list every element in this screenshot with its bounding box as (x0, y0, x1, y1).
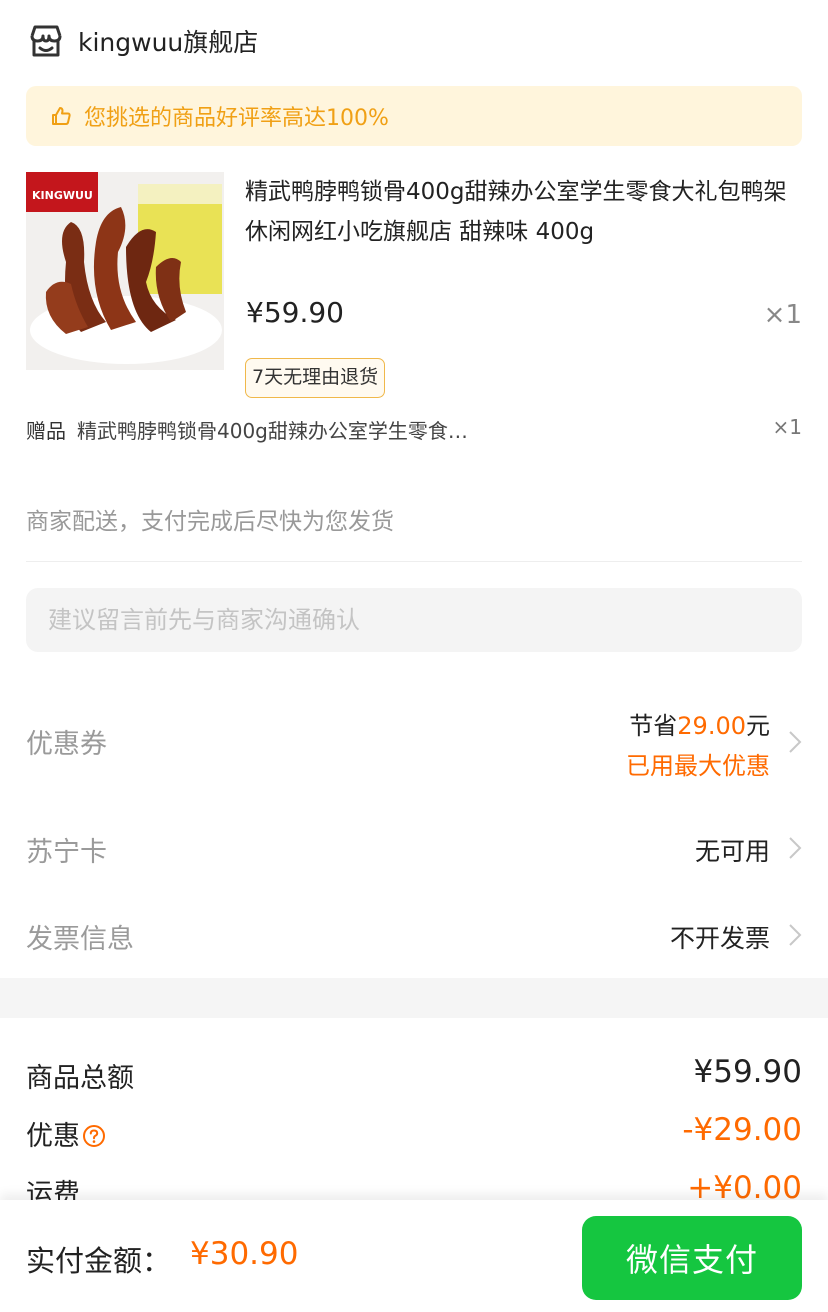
message-input[interactable] (26, 588, 802, 652)
divider (26, 561, 802, 562)
brand-logo-text: KINGWUU (32, 189, 93, 202)
section-gap (0, 978, 828, 1018)
gift-quantity: ×1 (772, 415, 802, 439)
chevron-right-icon (789, 837, 802, 859)
rating-banner: 您挑选的商品好评率高达100% (26, 86, 802, 146)
discount-value: -¥29.00 (682, 1112, 802, 1148)
coupon-save-suffix: 元 (746, 712, 770, 740)
checkout-bar: 实付金额： ¥30.90 微信支付 (0, 1200, 828, 1312)
help-icon[interactable] (82, 1124, 106, 1148)
pay-label: 实付金额： (26, 1244, 172, 1278)
discount-label-wrap: 优惠 (26, 1114, 106, 1153)
rating-text: 您挑选的商品好评率高达100% (84, 106, 389, 131)
invoice-value: 不开发票 (669, 924, 770, 953)
gift-name: 精武鸭脖鸭锁骨400g甜辣办公室学生零食… (77, 419, 468, 443)
store-icon (26, 21, 66, 61)
invoice-label: 发票信息 (26, 924, 134, 955)
discount-label: 优惠 (26, 1121, 80, 1152)
gift-row: 赠品 精武鸭脖鸭锁骨400g甜辣办公室学生零食… ×1 (26, 413, 802, 445)
shop-name: kingwuu旗舰店 (78, 28, 259, 57)
suning-card-value: 无可用 (694, 837, 770, 866)
chevron-right-icon (789, 924, 802, 946)
product-price: ¥59.90 (246, 296, 344, 329)
chevron-right-icon (789, 731, 802, 753)
shop-header[interactable]: kingwuu旗舰店 (26, 18, 258, 64)
coupon-save-prefix: 节省 (629, 712, 678, 740)
return-policy-badge: 7天无理由退货 (245, 358, 386, 398)
order-card: kingwuu旗舰店 您挑选的商品好评率高达100% KINGWUU 精武鸭脖鸭… (0, 0, 828, 978)
delivery-info: 商家配送，支付完成后尽快为您发货 (26, 509, 394, 535)
product-quantity: ×1 (763, 300, 802, 330)
pay-amount: ¥30.90 (190, 1236, 299, 1272)
coupon-savings: 节省29.00元 (629, 706, 770, 741)
thumbs-up-icon (50, 105, 72, 127)
coupon-save-amount: 29.00 (677, 712, 746, 740)
goods-total-label: 商品总额 (26, 1063, 134, 1094)
product-title[interactable]: 精武鸭脖鸭锁骨400g甜辣办公室学生零食大礼包鸭架休闲网红小吃旗舰店 甜辣味 4… (245, 172, 805, 252)
goods-total-value: ¥59.90 (693, 1054, 802, 1090)
wechat-pay-button[interactable]: 微信支付 (582, 1216, 802, 1300)
gift-label: 赠品 (26, 419, 66, 443)
coupon-label: 优惠券 (26, 729, 107, 760)
coupon-status: 已用最大优惠 (626, 752, 770, 780)
suning-card-label: 苏宁卡 (26, 837, 107, 868)
product-image[interactable]: KINGWUU (26, 172, 224, 370)
